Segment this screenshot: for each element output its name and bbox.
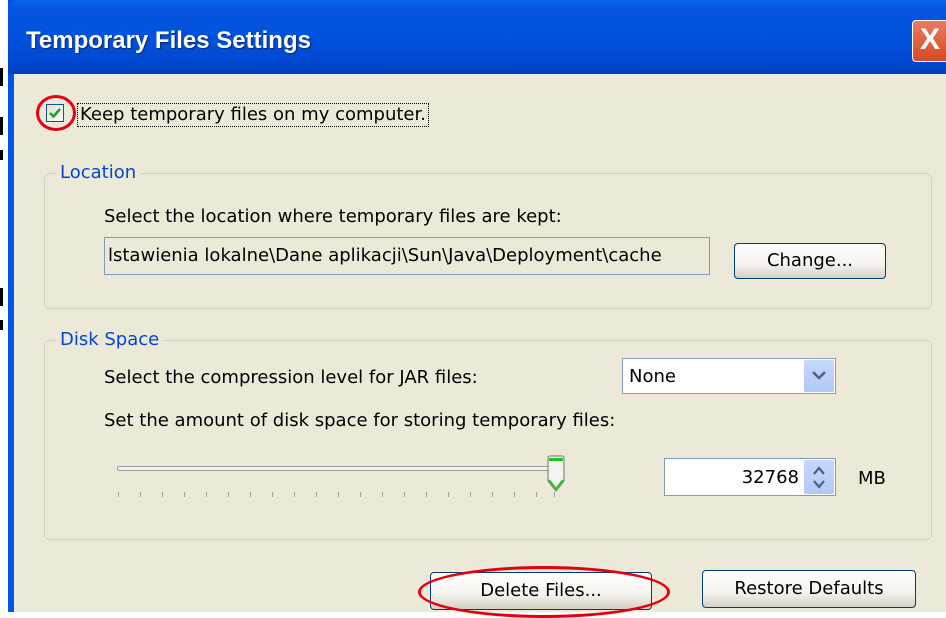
background-artifact	[0, 288, 3, 306]
slider-tick	[294, 492, 295, 497]
disk-space-slider-track[interactable]	[117, 466, 549, 471]
slider-tick	[360, 492, 361, 497]
cache-path-field: lstawienia lokalne\Dane aplikacji\Sun\Ja…	[104, 237, 710, 275]
annotation-circle-checkbox	[36, 95, 76, 131]
compression-value: None	[629, 366, 676, 387]
slider-tick	[316, 492, 317, 497]
slider-tick	[448, 492, 449, 497]
spinner-updown-icon	[813, 466, 825, 489]
location-group-label: Location	[56, 162, 141, 183]
compression-select[interactable]: None	[622, 358, 836, 394]
slider-tick	[426, 492, 427, 497]
background-artifact	[0, 68, 3, 86]
slider-tick	[118, 492, 119, 497]
slider-tick	[470, 492, 471, 497]
disk-space-slider-thumb[interactable]	[546, 455, 566, 497]
background-artifact	[0, 117, 3, 135]
slider-tick	[404, 492, 405, 497]
chevron-down-icon	[812, 371, 826, 380]
spinner-buttons[interactable]	[804, 460, 834, 494]
background-artifact	[0, 150, 3, 160]
annotation-circle-delete	[418, 566, 670, 618]
keep-files-label[interactable]: Keep temporary files on my computer.	[77, 103, 429, 127]
location-instruction: Select the location where temporary file…	[104, 206, 562, 227]
compression-label: Select the compression level for JAR fil…	[104, 367, 478, 388]
disk-space-group-label: Disk Space	[56, 329, 164, 350]
restore-defaults-button[interactable]: Restore Defaults	[702, 570, 916, 608]
slider-tick	[554, 492, 555, 497]
disk-space-spinner[interactable]: 32768	[664, 458, 836, 496]
slider-tick	[382, 492, 383, 497]
slider-tick	[514, 492, 515, 497]
dropdown-button[interactable]	[804, 360, 834, 392]
close-button[interactable]: X	[912, 20, 946, 62]
slider-tick	[492, 492, 493, 497]
disk-space-value: 32768	[741, 467, 799, 488]
dialog-title: Temporary Files Settings	[26, 27, 311, 54]
slider-tick	[228, 492, 229, 497]
slider-tick	[206, 492, 207, 497]
slider-tick	[536, 492, 537, 497]
slider-tick	[338, 492, 339, 497]
slider-thumb-icon	[547, 455, 565, 492]
background-artifact	[0, 320, 3, 330]
close-icon: X	[919, 23, 940, 56]
slider-tick	[162, 492, 163, 497]
title-bar[interactable]: Temporary Files Settings X	[8, 0, 946, 74]
slider-tick	[184, 492, 185, 497]
slider-tick	[250, 492, 251, 497]
disk-amount-label: Set the amount of disk space for storing…	[104, 410, 616, 431]
unit-label: MB	[858, 468, 886, 489]
slider-tick	[140, 492, 141, 497]
change-button[interactable]: Change...	[734, 243, 886, 279]
slider-tick	[272, 492, 273, 497]
